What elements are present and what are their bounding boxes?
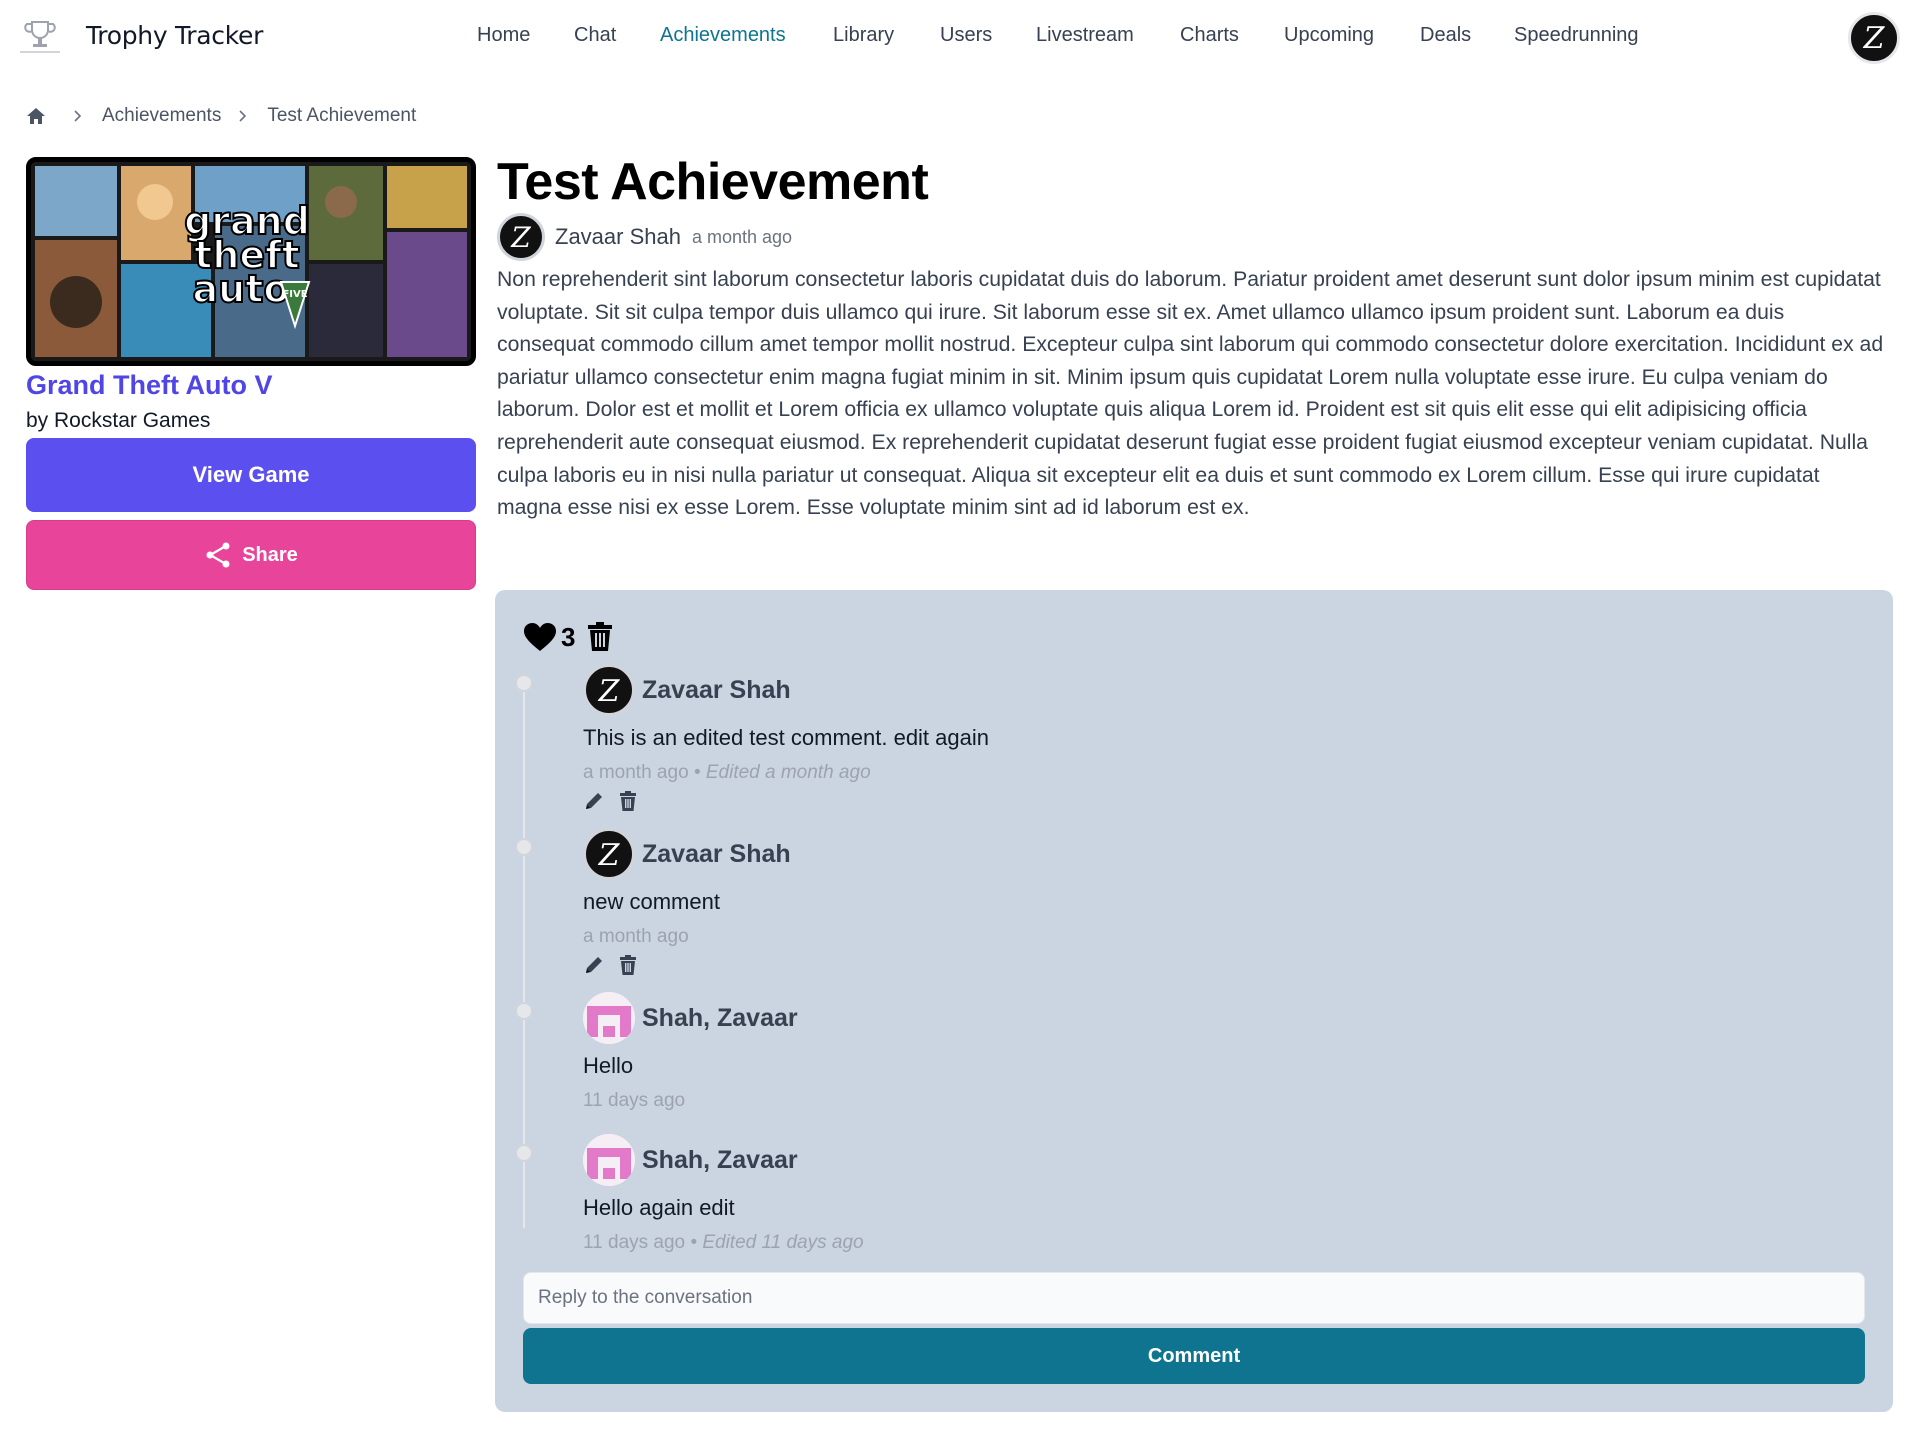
home-icon[interactable]: [26, 106, 46, 126]
comment-text: new comment: [583, 889, 720, 914]
comments-panel: 3 Z Zavaar Shah This is an edited test c…: [495, 590, 1893, 1412]
trophy-tracker-logo-icon: [20, 21, 60, 53]
share-button[interactable]: Share: [26, 520, 476, 590]
comment-actions: [583, 789, 651, 813]
comment-header: Z Zavaar Shah: [583, 828, 791, 880]
share-icon: [206, 542, 230, 568]
comment-text: Hello again edit: [583, 1195, 735, 1220]
nav-deals[interactable]: Deals: [1420, 24, 1471, 47]
edit-pencil-icon[interactable]: [583, 790, 605, 812]
avatar-letter-z-icon: Z: [1863, 21, 1886, 56]
avatar-letter-z-icon: Z: [598, 674, 621, 708]
nav-upcoming[interactable]: Upcoming: [1284, 24, 1374, 47]
comment-avatar[interactable]: [583, 1134, 635, 1186]
nav-chat[interactable]: Chat: [574, 24, 616, 47]
svg-text:Z: Z: [1863, 21, 1886, 56]
svg-text:Z: Z: [598, 838, 621, 872]
comment-meta: 11 days ago: [583, 1090, 685, 1112]
game-developer: by Rockstar Games: [26, 409, 211, 432]
edit-pencil-icon[interactable]: [583, 954, 605, 976]
user-avatar[interactable]: Z: [1848, 12, 1900, 64]
comment-header: Z Zavaar Shah: [583, 664, 791, 716]
comment-meta: a month ago • Edited a month ago: [583, 762, 871, 784]
timeline-dot: [515, 838, 533, 856]
comment-header: Shah, Zavaar: [583, 992, 798, 1044]
comment-text: Hello: [583, 1053, 634, 1078]
gta-cover-art: grand theft auto FIVE: [31, 162, 471, 361]
achievement-description: Non reprehenderit sint laborum consectet…: [497, 268, 1884, 520]
comment-author[interactable]: Zavaar Shah: [642, 840, 791, 869]
author-name[interactable]: Zavaar Shah: [555, 224, 681, 250]
comment-author[interactable]: Shah, Zavaar: [642, 1004, 798, 1033]
timeline-dot: [515, 674, 533, 692]
comment-author[interactable]: Zavaar Shah: [642, 676, 791, 705]
nav-livestream[interactable]: Livestream: [1036, 24, 1134, 47]
comment-meta: 11 days ago • Edited 11 days ago: [583, 1232, 864, 1254]
comment-actions: [583, 953, 651, 977]
reactions-bar: 3: [523, 620, 613, 654]
comment-author[interactable]: Shah, Zavaar: [642, 1146, 798, 1175]
heart-icon[interactable]: [523, 622, 557, 652]
comment-edited: • Edited 11 days ago: [690, 1232, 864, 1253]
comment-time: 11 days ago: [583, 1232, 686, 1253]
game-title-link[interactable]: Grand Theft Auto V: [26, 370, 272, 401]
comment-meta: a month ago: [583, 926, 689, 948]
breadcrumb-achievements[interactable]: Achievements: [102, 105, 221, 127]
comment-text: This is an edited test comment. edit aga…: [583, 725, 989, 750]
achievement-title: Test Achievement: [497, 153, 929, 211]
comment-avatar[interactable]: Z: [583, 664, 635, 716]
view-game-button[interactable]: View Game: [26, 438, 476, 512]
comment-time: a month ago: [583, 762, 689, 783]
timeline-dot: [515, 1144, 533, 1162]
cover-text-3: auto: [193, 267, 290, 311]
comment-avatar[interactable]: Z: [583, 828, 635, 880]
cover-badge: FIVE: [282, 289, 307, 300]
game-cover-image[interactable]: grand theft auto FIVE: [26, 157, 476, 366]
comment-avatar[interactable]: [583, 992, 635, 1044]
like-count: 3: [561, 621, 576, 652]
trash-icon[interactable]: [619, 791, 637, 811]
top-navbar: Trophy Tracker Home Chat Achievements Li…: [0, 0, 1912, 78]
breadcrumb-current: Test Achievement: [267, 105, 417, 126]
avatar-letter-z-icon: Z: [598, 838, 621, 872]
svg-text:Z: Z: [510, 221, 531, 254]
achievement-author-row: Z Zavaar Shah a month ago: [497, 213, 792, 261]
chevron-right-icon: [239, 110, 247, 122]
trash-icon[interactable]: [619, 955, 637, 975]
comment-submit-button[interactable]: Comment: [523, 1328, 1865, 1384]
nav-speedrunning[interactable]: Speedrunning: [1514, 24, 1639, 47]
trash-icon[interactable]: [587, 622, 613, 652]
comment-header: Shah, Zavaar: [583, 1134, 798, 1186]
timeline-dot: [515, 1002, 533, 1020]
brand-name: Trophy Tracker: [86, 21, 264, 50]
nav-library[interactable]: Library: [833, 24, 894, 47]
avatar-letter-z-icon: Z: [510, 221, 531, 254]
share-label: Share: [242, 543, 298, 566]
posted-time: a month ago: [691, 226, 793, 247]
nav-achievements[interactable]: Achievements: [660, 24, 786, 47]
comment-time: a month ago: [583, 926, 689, 947]
nav-charts[interactable]: Charts: [1180, 24, 1239, 47]
pink-identicon-icon: [583, 992, 635, 1044]
nav-users[interactable]: Users: [940, 24, 992, 47]
reply-input[interactable]: [523, 1272, 1865, 1324]
pink-identicon-icon: [583, 1134, 635, 1186]
author-avatar[interactable]: Z: [497, 213, 545, 261]
chevron-right-icon: [74, 110, 82, 122]
nav-home[interactable]: Home: [477, 24, 530, 47]
comment-time: 11 days ago: [583, 1090, 686, 1111]
brand[interactable]: Trophy Tracker: [18, 18, 263, 58]
svg-text:Z: Z: [598, 674, 621, 708]
breadcrumb: Achievements Test Achievement: [26, 103, 416, 129]
comment-edited: • Edited a month ago: [693, 762, 871, 783]
